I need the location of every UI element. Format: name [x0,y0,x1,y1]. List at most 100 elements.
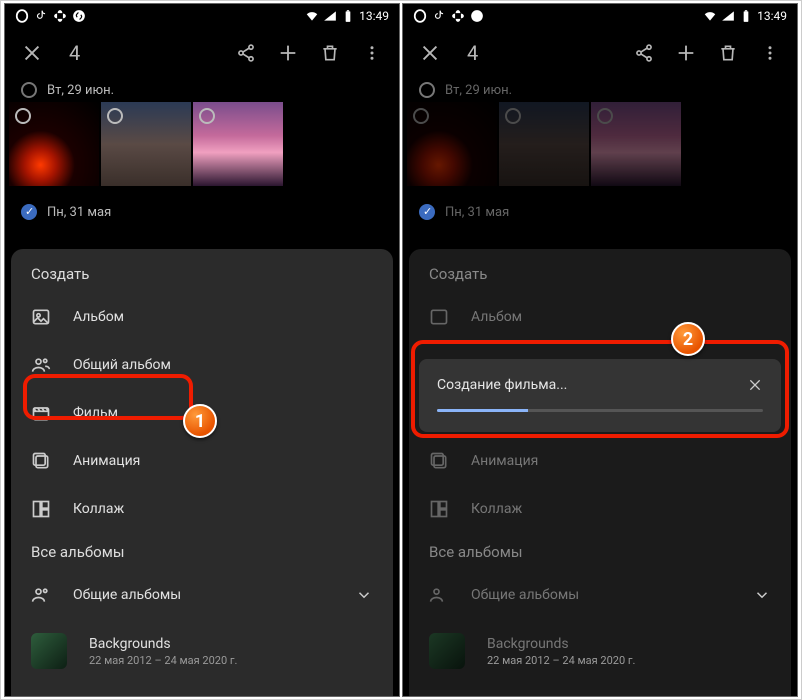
date-checkbox-icon[interactable] [21,82,37,98]
photo-thumbnail[interactable] [101,102,191,186]
overflow-button[interactable] [749,32,791,74]
shazam-icon [72,9,86,23]
overflow-button[interactable] [351,32,393,74]
add-button[interactable] [665,32,707,74]
photos-icon [53,9,67,23]
date-label: Пн, 31 мая [47,205,111,220]
close-button[interactable] [11,32,53,74]
photo-thumbnail [499,102,589,186]
date-header-mid[interactable]: Пн, 31 мая [5,200,399,224]
battery-icon [341,9,355,23]
album-row[interactable]: Backgrounds 22 мая 2012 – 24 мая 2020 г. [11,619,393,683]
shared-album-icon [31,355,51,375]
share-button[interactable] [225,32,267,74]
status-bar: 13:49 [403,4,797,28]
sheet-header-create: Создать [409,265,791,293]
item-label: Альбом [73,309,124,325]
create-album-item[interactable]: Альбом [11,293,393,341]
date-label: Вт, 29 июн. [47,83,114,98]
create-shared-album-item[interactable]: Общий альбом [11,341,393,389]
create-collage-item[interactable]: Коллаж [11,485,393,533]
photo-thumbnail[interactable] [193,102,283,186]
photos-icon [451,9,465,23]
date-header-mid: Пн, 31 мая [403,200,797,224]
progress-dialog: Создание фильма... [419,359,781,432]
date-label: Вт, 29 июн. [445,83,512,98]
album-subtitle: 22 мая 2012 – 24 мая 2020 г. [89,654,237,667]
progress-bar [437,409,763,412]
delete-button[interactable] [309,32,351,74]
app-bar: 4 [5,28,399,78]
progress-title: Создание фильма... [437,377,567,393]
annotation-badge-1: 1 [183,404,217,438]
item-label: Общий альбом [73,357,171,373]
selection-count: 4 [467,41,623,65]
chevron-down-icon [753,586,771,604]
album-subtitle: 22 мая 2012 – 24 мая 2020 г. [487,654,635,667]
item-label: Коллаж [471,501,522,517]
create-collage-item: Коллаж [409,485,791,533]
sheet-header-create: Создать [11,265,393,293]
progress-close-button[interactable] [747,377,763,393]
album-row: Backgrounds 22 мая 2012 – 24 мая 2020 г. [409,619,791,683]
content-area: Вт, 29 июн. Пн, 31 мая [403,78,797,224]
select-ring-icon[interactable] [199,108,215,124]
bottom-sheet-dimmed: Создать Альбом . . Анимация Коллаж Все а… [409,249,791,696]
album-title: Backgrounds [487,636,635,652]
date-checkbox-selected-icon[interactable] [21,204,37,220]
animation-icon [31,451,51,471]
phone-right: 13:49 4 Вт, 29 июн. Пн, 31 мая Создать А… [402,3,798,697]
signal-icon [721,9,735,23]
photo-thumbnail[interactable] [9,102,99,186]
select-ring-icon[interactable] [15,108,31,124]
item-label: Фильм [73,405,118,421]
album-row[interactable]: Animals 26 дек. 2011 – 24 мая 2020 г. [11,683,393,697]
album-row: Animals 26 дек. 2011 – 24 мая 2020 г. [409,683,791,697]
photo-thumbnail [591,102,681,186]
content-area: Вт, 29 июн. Пн, 31 мая [5,78,399,224]
date-header-top: Вт, 29 июн. [403,78,797,102]
item-label: Альбом [471,309,522,325]
shared-albums-icon [429,585,449,605]
shared-albums-row: Общие альбомы [409,571,791,619]
share-button[interactable] [623,32,665,74]
battery-icon [739,9,753,23]
photo-grid [403,102,797,186]
item-label: Коллаж [73,501,124,517]
tiktok-icon [432,9,446,23]
select-ring-icon [597,108,613,124]
add-button[interactable] [267,32,309,74]
item-label: Анимация [471,453,538,469]
status-time: 13:49 [359,9,389,23]
album-icon [429,307,449,327]
wifi-icon [703,9,717,23]
item-label: Анимация [73,453,140,469]
create-animation-item[interactable]: Анимация [11,437,393,485]
chevron-down-icon [355,586,373,604]
create-album-item: Альбом [409,293,791,341]
date-label: Пн, 31 мая [445,205,509,220]
collage-icon [429,499,449,519]
movie-icon [31,403,51,423]
date-header-top[interactable]: Вт, 29 июн. [5,78,399,102]
photo-thumbnail [407,102,497,186]
shazam-icon [470,9,484,23]
album-title: Backgrounds [89,636,237,652]
annotation-badge-2: 2 [671,322,705,356]
shared-albums-icon [31,585,51,605]
select-ring-icon[interactable] [107,108,123,124]
shared-albums-row[interactable]: Общие альбомы [11,571,393,619]
album-thumb-icon [429,633,465,669]
opera-icon [413,9,427,23]
select-ring-icon [413,108,429,124]
sheet-header-all-albums: Все альбомы [11,543,393,571]
item-label: Общие альбомы [73,587,181,603]
item-label: Общие альбомы [471,587,579,603]
progress-fill [437,409,528,412]
sheet-header-all-albums: Все альбомы [409,543,791,571]
delete-button[interactable] [707,32,749,74]
animation-icon [429,451,449,471]
close-button[interactable] [409,32,451,74]
create-animation-item: Анимация [409,437,791,485]
select-ring-icon [505,108,521,124]
